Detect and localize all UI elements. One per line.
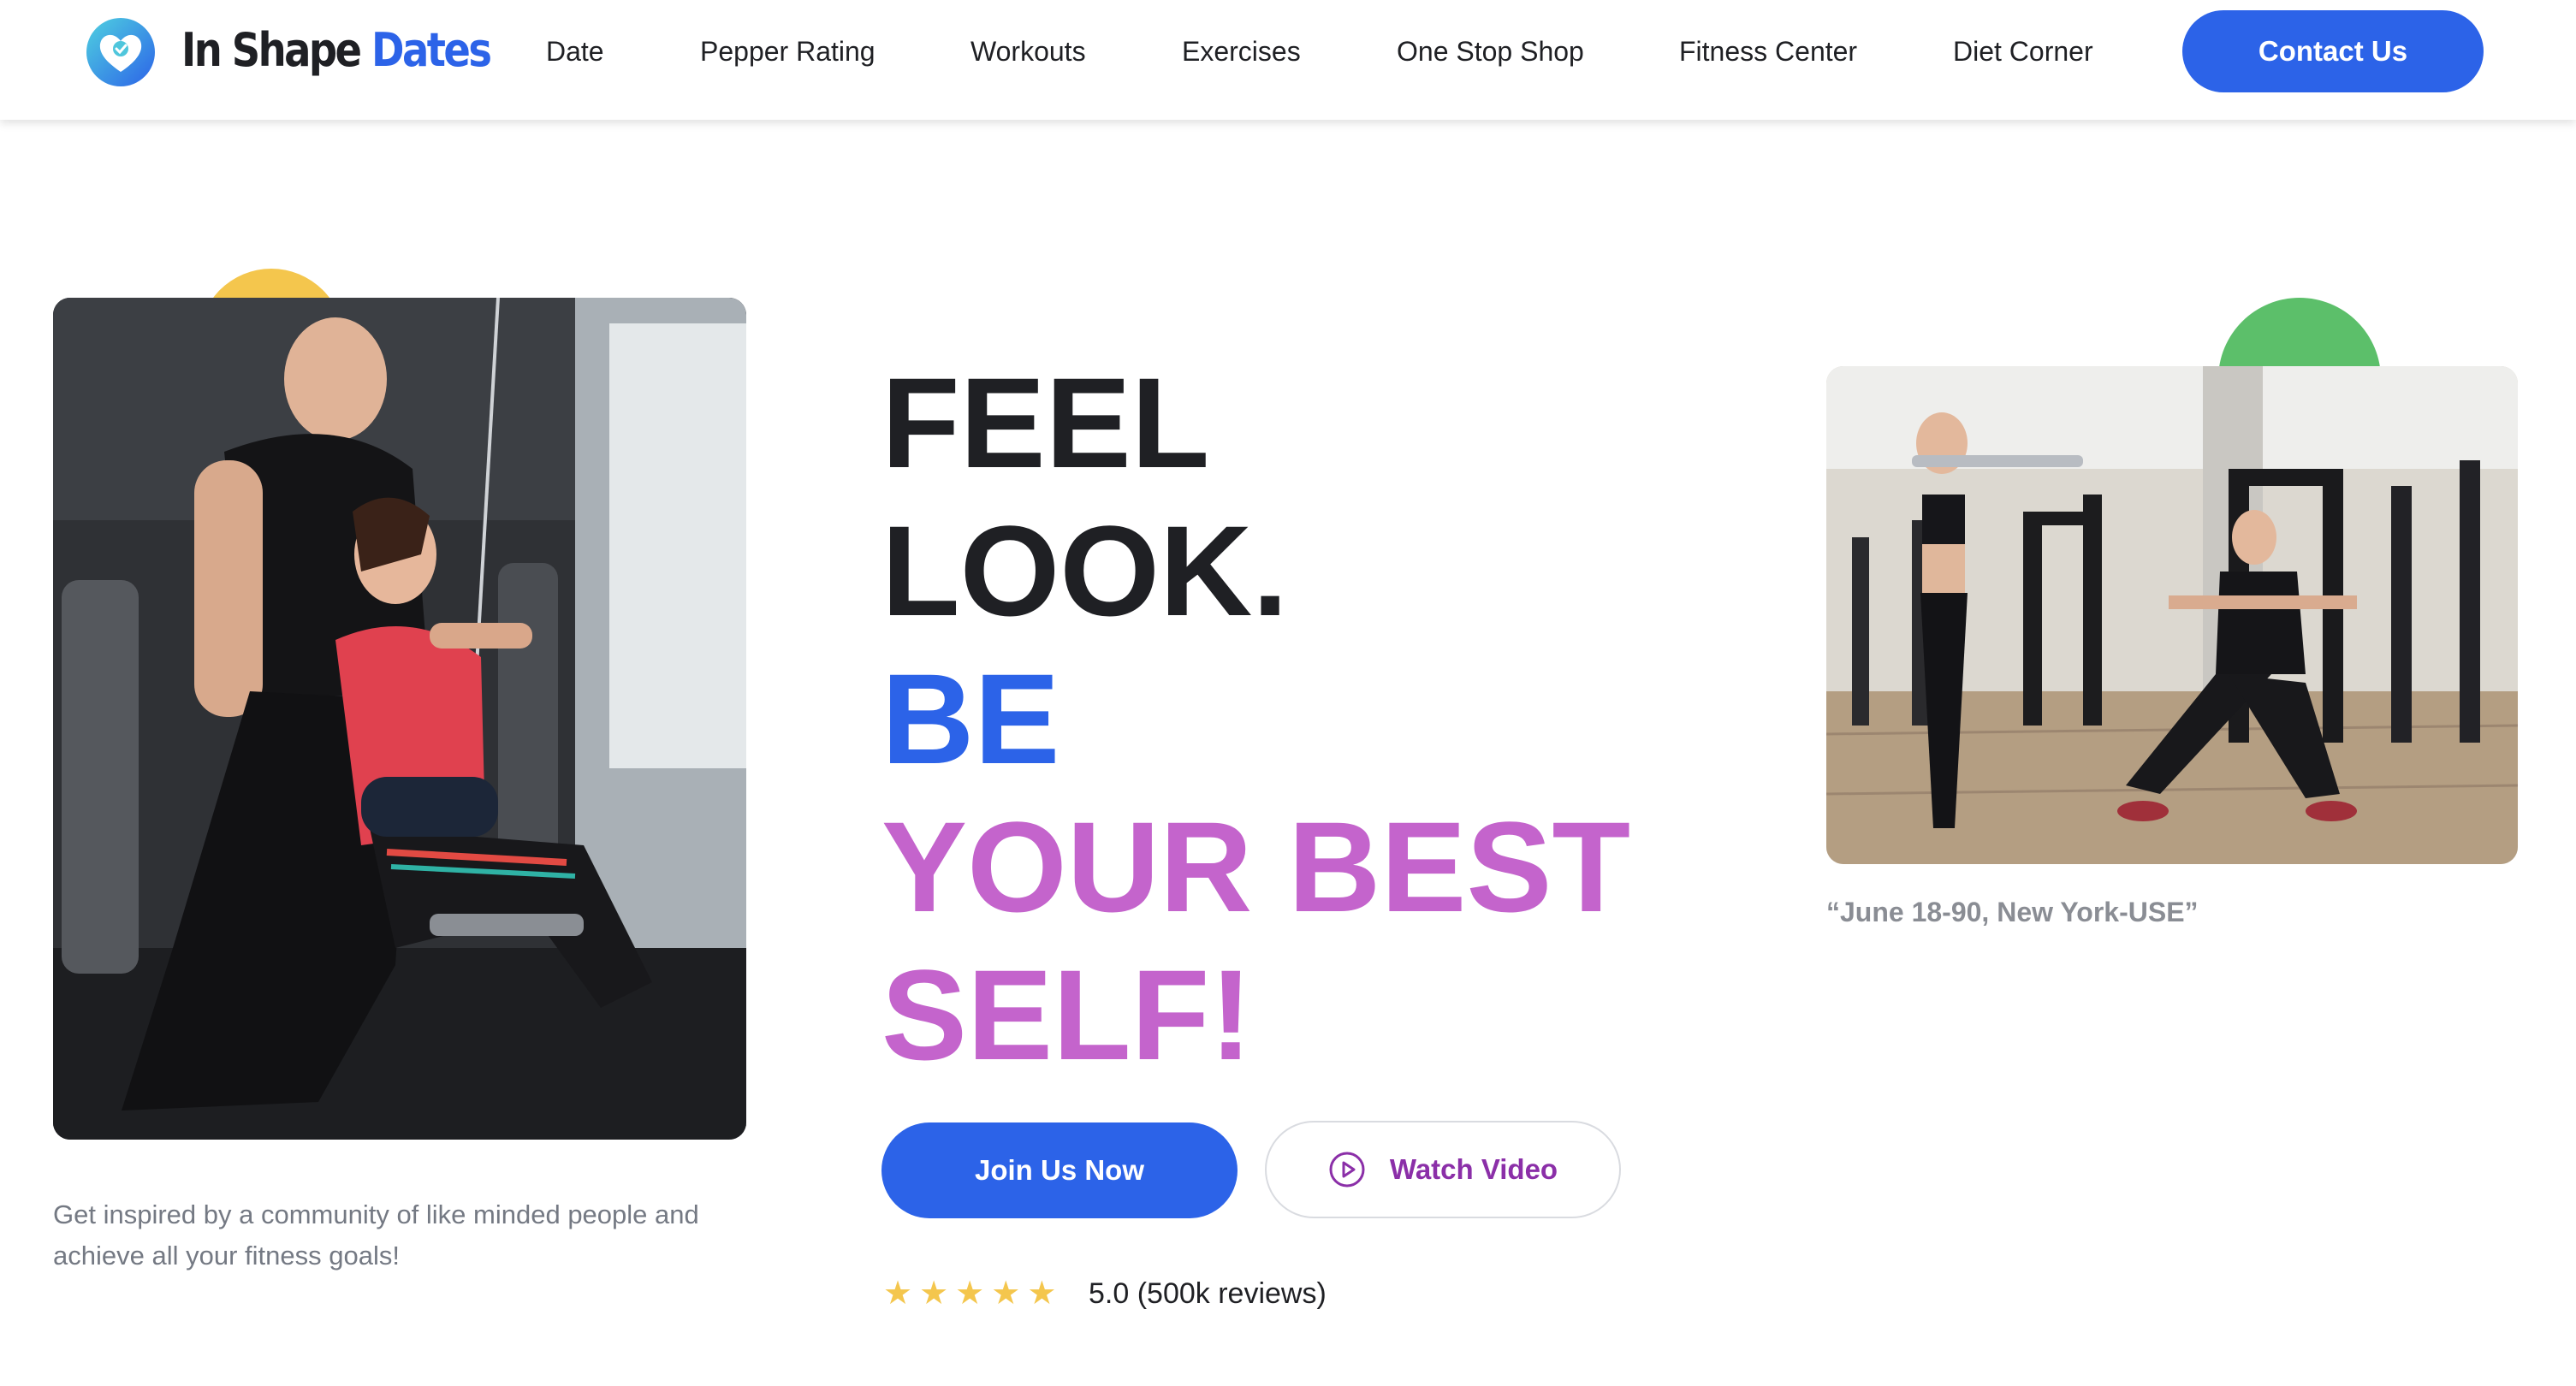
brand-name-part2: Dates <box>371 23 492 77</box>
gym-trainer-illustration <box>53 298 746 1140</box>
headline-line-3: BE <box>881 647 1060 791</box>
rating-stars: ★ ★ ★ ★ ★ <box>883 1275 1056 1312</box>
event-caption: “June 18-90, New York-USE” <box>1826 897 2199 927</box>
nav-link-date[interactable]: Date <box>546 33 604 70</box>
nav-link-exercises[interactable]: Exercises <box>1182 33 1301 70</box>
logo-icon[interactable] <box>86 17 156 87</box>
headline-line-4: YOUR BEST <box>881 795 1631 939</box>
hero-photo-trainer <box>53 298 746 1140</box>
headline-line-2: LOOK. <box>881 499 1288 643</box>
nav-link-fitness-center[interactable]: Fitness Center <box>1679 33 1857 70</box>
nav-link-one-stop-shop[interactable]: One Stop Shop <box>1397 33 1584 70</box>
brand-name[interactable]: In Shape Dates <box>181 22 492 79</box>
hero-photo-gym <box>1826 366 2518 864</box>
hero-headline: FEEL LOOK. BE YOUR BEST SELF! <box>881 349 1630 1089</box>
join-us-now-button[interactable]: Join Us Now <box>881 1122 1238 1218</box>
headline-line-1: FEEL <box>881 351 1210 495</box>
star-icon: ★ <box>955 1276 985 1312</box>
star-icon: ★ <box>883 1276 913 1312</box>
star-icon: ★ <box>919 1276 949 1312</box>
nav-link-diet-corner[interactable]: Diet Corner <box>1953 33 2093 70</box>
watch-video-label: Watch Video <box>1389 1153 1558 1185</box>
top-navbar: In Shape Dates Date Pepper Rating Workou… <box>0 0 2576 120</box>
star-icon: ★ <box>991 1276 1021 1312</box>
headline-line-5: SELF! <box>881 943 1253 1087</box>
gym-workout-illustration <box>1826 366 2518 864</box>
rating-text: 5.0 (500k reviews) <box>1089 1277 1327 1310</box>
play-circle-icon <box>1329 1152 1365 1188</box>
brand-name-part1: In Shape <box>181 23 362 77</box>
nav-link-workouts[interactable]: Workouts <box>970 33 1086 70</box>
star-icon: ★ <box>1027 1276 1057 1312</box>
watch-video-button[interactable]: Watch Video <box>1265 1121 1621 1218</box>
nav-link-pepper-rating[interactable]: Pepper Rating <box>700 33 875 70</box>
hero-left-caption: Get inspired by a community of like mind… <box>53 1199 699 1270</box>
contact-us-button[interactable]: Contact Us <box>2182 10 2484 92</box>
